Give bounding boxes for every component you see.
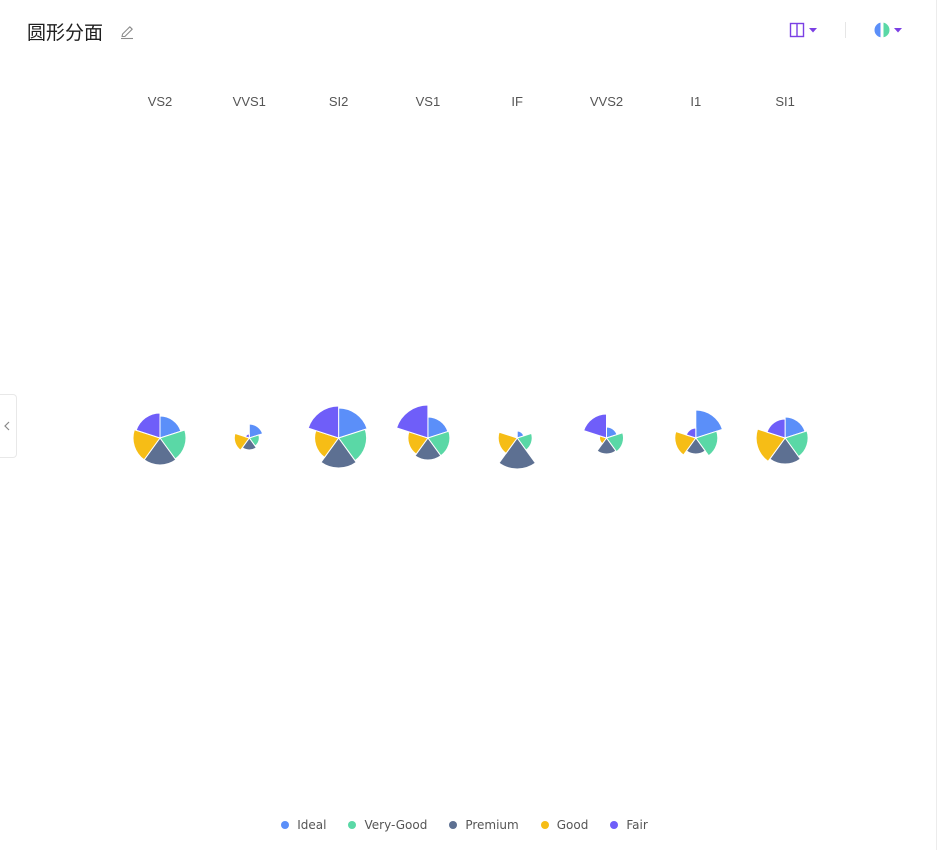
pie-slice[interactable]: [307, 405, 340, 439]
facet-label: VVS2: [590, 94, 623, 109]
legend-label: Good: [556, 818, 589, 832]
chevron-down-icon: [809, 28, 817, 33]
legend-label: Very-Good: [364, 818, 428, 832]
facet-pie: [307, 405, 368, 469]
facet-label: SI2: [329, 94, 349, 109]
facet-pie: [674, 409, 724, 457]
legend-label: Premium: [465, 818, 519, 832]
chevron-down-icon: [894, 28, 902, 33]
page-title: 圆形分面: [27, 22, 104, 44]
facet-label: VS1: [416, 94, 441, 109]
legend-marker: [610, 821, 619, 829]
facet-label: SI1: [775, 94, 795, 109]
chart-header: 圆形分面: [0, 0, 944, 64]
theme-toggle-button[interactable]: [873, 21, 907, 39]
legend-marker: [281, 821, 290, 829]
facet-pie: [233, 423, 264, 451]
pie-slice[interactable]: [583, 413, 607, 439]
columns-icon: [789, 22, 805, 38]
rose-facet-chart: VS2 VVS1 SI2 VS1 IF VVS2 I1 SI1: [132, 94, 809, 470]
legend-marker: [348, 821, 357, 829]
pie-slice[interactable]: [395, 404, 429, 439]
layout-toggle-button[interactable]: [788, 21, 822, 39]
facet-label: I1: [690, 94, 701, 109]
toolbar-divider: [845, 22, 846, 38]
legend-marker: [540, 821, 549, 829]
pie-slice[interactable]: [244, 433, 250, 439]
facet-label: VVS1: [233, 94, 266, 109]
legend-label: Fair: [626, 818, 648, 832]
facet-pie: [755, 416, 809, 465]
facet-pie: [497, 430, 537, 470]
facet-label: IF: [511, 94, 523, 109]
legend-label: Ideal: [297, 818, 327, 832]
chart-legend: Ideal Very-Good Premium Good Fair: [0, 818, 944, 838]
legend-item[interactable]: Ideal: [281, 818, 326, 832]
legend-item[interactable]: Fair: [610, 818, 648, 832]
palette-icon: [874, 22, 890, 38]
pencil-icon[interactable]: [119, 24, 135, 40]
facet-label: VS2: [148, 94, 173, 109]
legend-item[interactable]: Premium: [449, 818, 519, 832]
facet-pie: [583, 413, 624, 455]
facet-pie: [132, 412, 187, 466]
legend-item[interactable]: Very-Good: [348, 818, 427, 832]
legend-item[interactable]: Good: [540, 818, 589, 832]
facet-pie: [395, 404, 451, 461]
legend-marker: [449, 821, 458, 829]
